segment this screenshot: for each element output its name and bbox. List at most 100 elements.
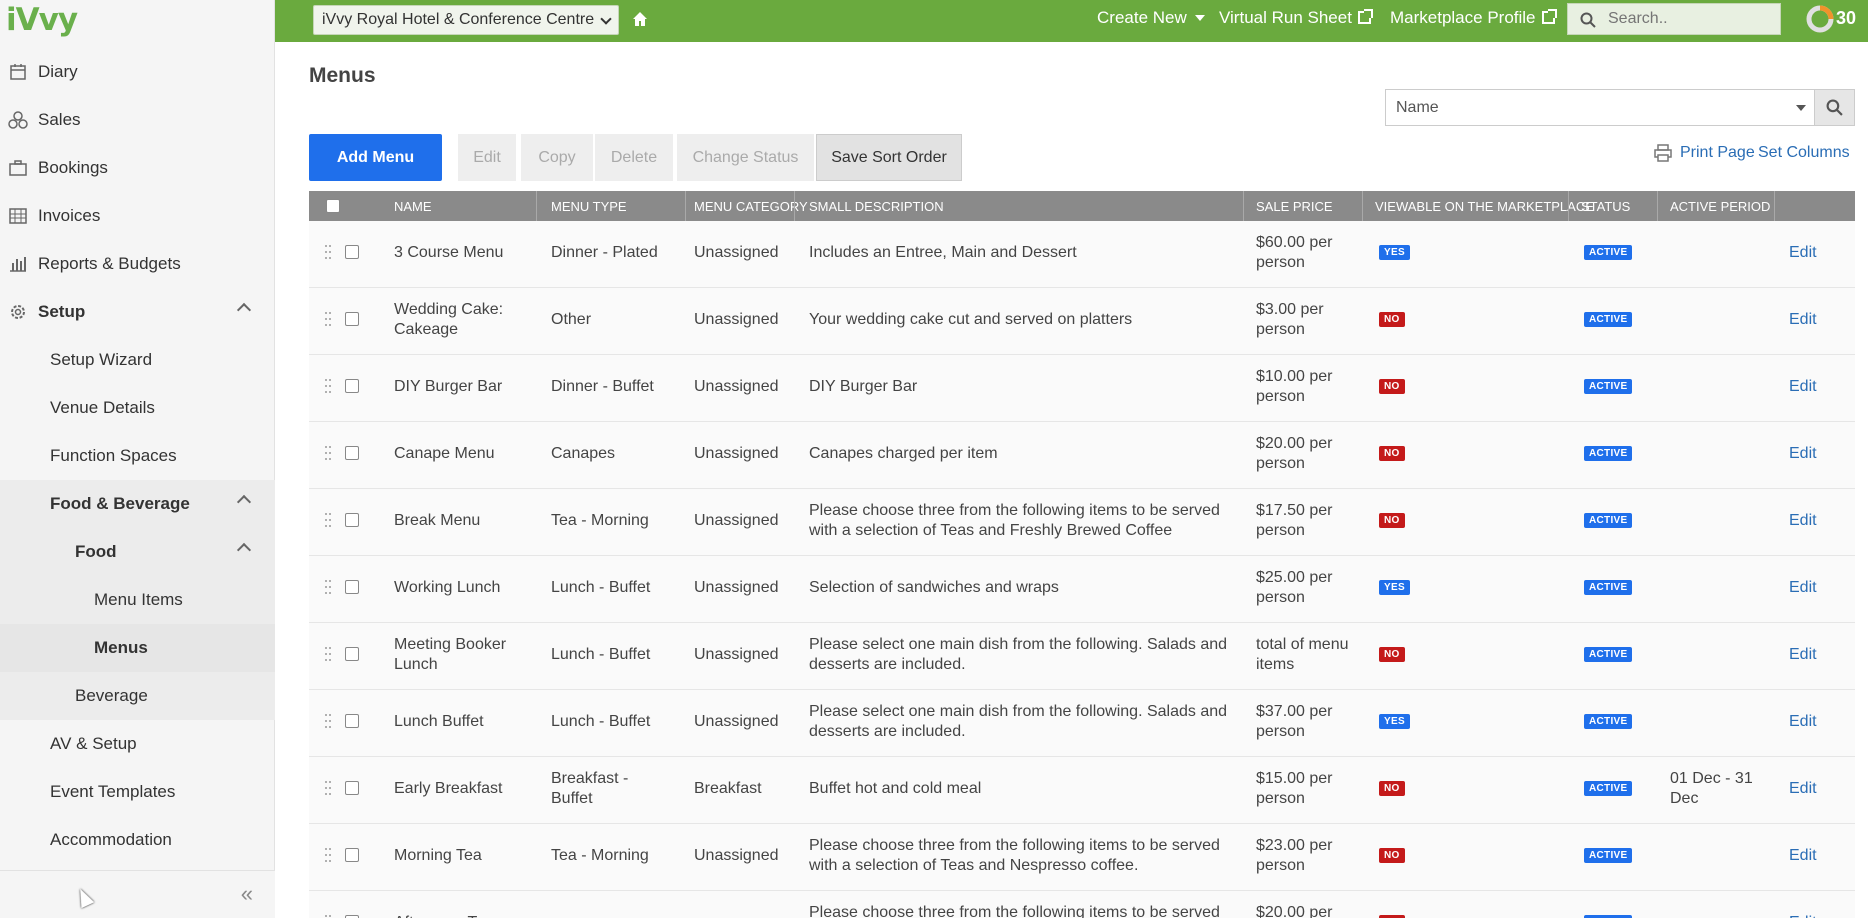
filter-field-select[interactable]: Name bbox=[1385, 89, 1815, 126]
column-header-small-description[interactable]: Small Description bbox=[809, 199, 944, 214]
table-row[interactable]: Early Breakfast Breakfast - Buffet Breakfa… bbox=[309, 757, 1855, 824]
table-row[interactable]: Break Menu Tea - Morning Unassigned Please … bbox=[309, 489, 1855, 556]
row-edit-link[interactable]: Edit bbox=[1789, 645, 1817, 665]
column-header-menu-category[interactable]: Menu Category bbox=[694, 199, 808, 214]
table-row[interactable]: Morning Tea Tea - Morning Unassigned Please… bbox=[309, 824, 1855, 891]
table-row[interactable]: Working Lunch Lunch - Buffet Unassigned Sel… bbox=[309, 556, 1855, 623]
select-all-checkbox[interactable] bbox=[326, 199, 340, 213]
drag-handle-icon[interactable] bbox=[325, 513, 331, 531]
drag-handle-icon[interactable] bbox=[325, 580, 331, 598]
row-checkbox[interactable] bbox=[345, 647, 359, 661]
sidebar-item-invoices[interactable]: Invoices bbox=[0, 192, 275, 240]
sidebar-item-label: Function Spaces bbox=[50, 446, 177, 465]
edit-button[interactable]: Edit bbox=[458, 134, 516, 181]
cell-menu-category: Unassigned bbox=[694, 244, 779, 261]
row-checkbox[interactable] bbox=[345, 714, 359, 728]
sidebar-item-event-templates[interactable]: Event Templates bbox=[0, 768, 275, 816]
row-checkbox[interactable] bbox=[345, 245, 359, 259]
row-checkbox[interactable] bbox=[345, 379, 359, 393]
chevron-up-icon[interactable] bbox=[236, 302, 252, 318]
drag-handle-icon[interactable] bbox=[325, 714, 331, 732]
virtual-run-sheet-link[interactable]: Virtual Run Sheet bbox=[1219, 8, 1373, 28]
create-new-menu[interactable]: Create New bbox=[1097, 8, 1205, 28]
sidebar-item-setup[interactable]: Setup bbox=[0, 288, 275, 336]
copy-button[interactable]: Copy bbox=[521, 134, 593, 181]
sidebar-item-sales[interactable]: Sales bbox=[0, 96, 275, 144]
print-page-link[interactable]: Print Page bbox=[1654, 144, 1755, 162]
cell-menu-category: Unassigned bbox=[694, 445, 779, 462]
sidebar-item-bookings[interactable]: Bookings bbox=[0, 144, 275, 192]
column-header-status[interactable]: Status bbox=[1581, 199, 1630, 214]
set-columns-link[interactable]: Set Columns bbox=[1758, 144, 1850, 162]
marketplace-profile-link[interactable]: Marketplace Profile bbox=[1390, 8, 1557, 28]
row-checkbox[interactable] bbox=[345, 446, 359, 460]
add-menu-button[interactable]: Add Menu bbox=[309, 134, 442, 181]
column-header-name[interactable]: Name bbox=[394, 199, 432, 214]
sidebar-item-accommodation[interactable]: Accommodation bbox=[0, 816, 275, 864]
sidebar-item-food-beverage[interactable]: Food & Beverage bbox=[0, 480, 275, 528]
table-row[interactable]: 3 Course Menu Dinner - Plated Unassigned In… bbox=[309, 221, 1855, 288]
table-row[interactable]: Canape Menu Canapes Unassigned Canapes char… bbox=[309, 422, 1855, 489]
row-edit-link[interactable]: Edit bbox=[1789, 712, 1817, 732]
sidebar-item-av-setup[interactable]: AV & Setup bbox=[0, 720, 275, 768]
row-checkbox[interactable] bbox=[345, 848, 359, 862]
change-status-button[interactable]: Change Status bbox=[677, 134, 814, 181]
ivvy-logo[interactable]: iVvy bbox=[6, 2, 78, 38]
sidebar-item-beverage[interactable]: Beverage bbox=[0, 672, 275, 720]
drag-handle-icon[interactable] bbox=[325, 245, 331, 263]
table-row[interactable]: Afternoon Tea Please choose three from th… bbox=[309, 891, 1855, 918]
row-edit-link[interactable]: Edit bbox=[1789, 511, 1817, 531]
table-row[interactable]: Meeting Booker Lunch Lunch - Buffet Unassi… bbox=[309, 623, 1855, 690]
row-edit-link[interactable]: Edit bbox=[1789, 913, 1817, 918]
sidebar-item-label: Food bbox=[75, 542, 117, 561]
column-header-sale-price[interactable]: Sale Price bbox=[1256, 199, 1333, 214]
venue-select[interactable]: iVvy Royal Hotel & Conference Centre bbox=[313, 5, 619, 35]
sidebar-item-setup-wizard[interactable]: Setup Wizard bbox=[0, 336, 275, 384]
chevron-up-icon[interactable] bbox=[236, 494, 252, 510]
row-checkbox[interactable] bbox=[345, 312, 359, 326]
viewable-badge: YES bbox=[1379, 580, 1410, 595]
drag-handle-icon[interactable] bbox=[325, 379, 331, 397]
table-row[interactable]: Lunch Buffet Lunch - Buffet Unassigned Plea… bbox=[309, 690, 1855, 757]
drag-handle-icon[interactable] bbox=[325, 781, 331, 799]
filter-search-button[interactable] bbox=[1815, 89, 1855, 126]
row-checkbox[interactable] bbox=[345, 513, 359, 527]
row-edit-link[interactable]: Edit bbox=[1789, 377, 1817, 397]
row-edit-link[interactable]: Edit bbox=[1789, 444, 1817, 464]
delete-button[interactable]: Delete bbox=[595, 134, 673, 181]
row-edit-link[interactable]: Edit bbox=[1789, 578, 1817, 598]
progress-ring-icon[interactable] bbox=[1805, 4, 1835, 34]
table-row[interactable]: Wedding Cake: Cakeage Other Unassigned Your… bbox=[309, 288, 1855, 355]
drag-handle-icon[interactable] bbox=[325, 446, 331, 464]
row-edit-link[interactable]: Edit bbox=[1789, 846, 1817, 866]
drag-handle-icon[interactable] bbox=[325, 848, 331, 866]
global-search[interactable] bbox=[1567, 3, 1781, 35]
table-row[interactable]: DIY Burger Bar Dinner - Buffet Unassigned D… bbox=[309, 355, 1855, 422]
row-edit-link[interactable]: Edit bbox=[1789, 243, 1817, 263]
home-icon[interactable] bbox=[631, 10, 649, 28]
sidebar-item-diary[interactable]: Diary bbox=[0, 48, 275, 96]
sidebar-item-reports[interactable]: Reports & Budgets bbox=[0, 240, 275, 288]
column-header-viewable[interactable]: Viewable on the Marketplace bbox=[1375, 199, 1594, 214]
sidebar-item-menu-items[interactable]: Menu Items bbox=[0, 576, 275, 624]
drag-handle-icon[interactable] bbox=[325, 647, 331, 665]
drag-handle-icon[interactable] bbox=[325, 312, 331, 330]
save-sort-order-button[interactable]: Save Sort Order bbox=[816, 134, 962, 181]
column-header-active-period[interactable]: Active Period bbox=[1670, 199, 1770, 214]
row-edit-link[interactable]: Edit bbox=[1789, 779, 1817, 799]
sidebar-item-function-spaces[interactable]: Function Spaces bbox=[0, 432, 275, 480]
sidebar-item-label: Reports & Budgets bbox=[38, 254, 181, 273]
cell-small-description: DIY Burger Bar bbox=[809, 378, 918, 395]
cell-small-description: Buffet hot and cold meal bbox=[809, 780, 982, 797]
create-new-label: Create New bbox=[1097, 8, 1187, 27]
chevron-up-icon[interactable] bbox=[236, 542, 252, 558]
row-checkbox[interactable] bbox=[345, 781, 359, 795]
collapse-sidebar-icon[interactable]: « bbox=[241, 881, 253, 907]
sidebar-item-food[interactable]: Food bbox=[0, 528, 275, 576]
column-header-menu-type[interactable]: Menu Type bbox=[551, 199, 627, 214]
row-checkbox[interactable] bbox=[345, 580, 359, 594]
sidebar-item-venue-details[interactable]: Venue Details bbox=[0, 384, 275, 432]
row-edit-link[interactable]: Edit bbox=[1789, 310, 1817, 330]
sidebar-item-menus[interactable]: Menus bbox=[0, 624, 275, 672]
search-input[interactable] bbox=[1608, 8, 1773, 30]
